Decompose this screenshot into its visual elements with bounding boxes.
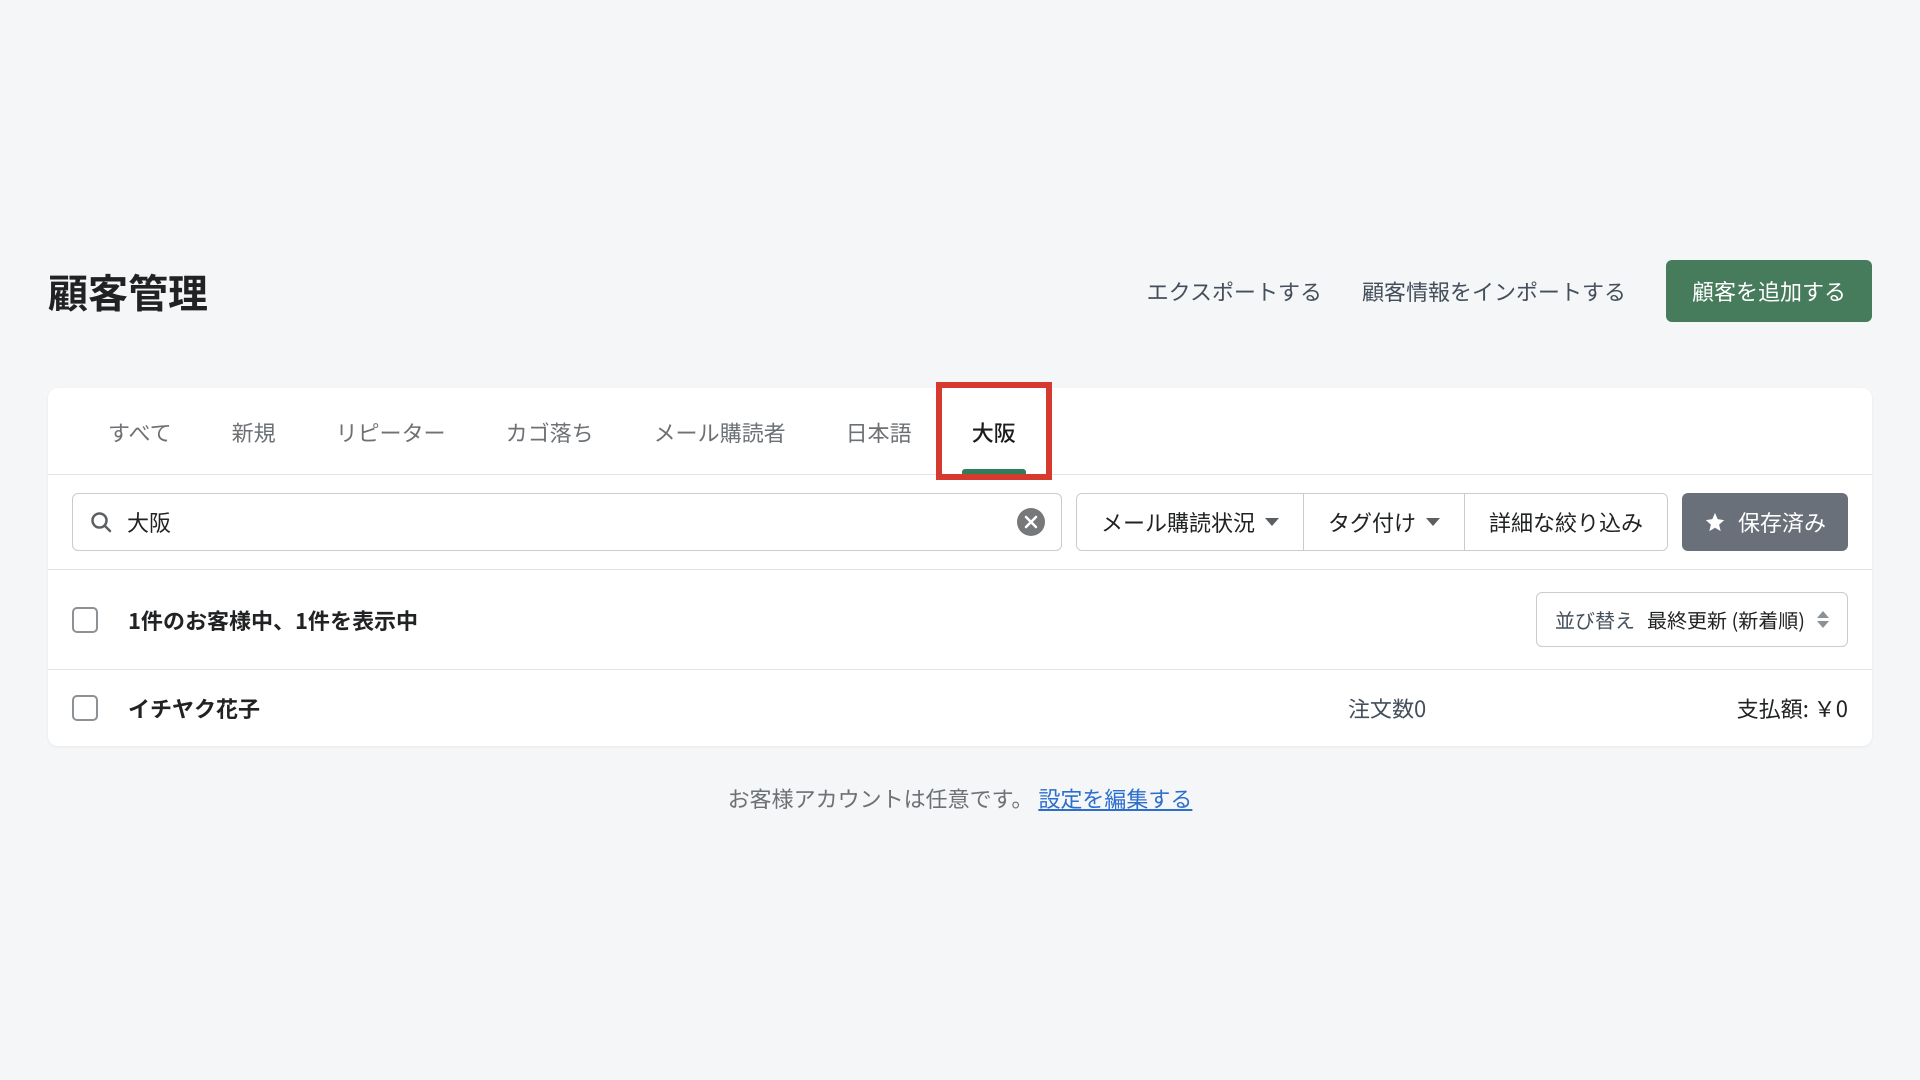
footer-note: お客様アカウントは任意です。 設定を編集する <box>48 746 1872 850</box>
filter-advanced-label: 詳細な絞り込み <box>1489 506 1643 538</box>
filter-tabs: すべて 新規 リピーター カゴ落ち メール購読者 日本語 大阪 <box>48 388 1872 475</box>
close-icon <box>1024 515 1038 529</box>
star-icon <box>1704 511 1726 533</box>
page-header: 顧客管理 エクスポートする 顧客情報をインポートする 顧客を追加する <box>48 260 1872 322</box>
customer-card: すべて 新規 リピーター カゴ落ち メール購読者 日本語 大阪 <box>48 388 1872 746</box>
summary-text: 1件のお客様中、1件を表示中 <box>128 604 418 636</box>
tab-new[interactable]: 新規 <box>202 388 306 474</box>
caret-down-icon <box>1265 518 1279 526</box>
summary-left: 1件のお客様中、1件を表示中 <box>72 604 418 636</box>
filter-mail-status[interactable]: メール購読状況 <box>1077 494 1304 550</box>
filter-tagging-label: タグ付け <box>1328 506 1416 538</box>
export-button[interactable]: エクスポートする <box>1147 275 1322 307</box>
tab-japanese[interactable]: 日本語 <box>816 388 942 474</box>
customer-paid: 支払額: ￥0 <box>1648 692 1848 724</box>
list-summary-row: 1件のお客様中、1件を表示中 並び替え 最終更新 (新着順) <box>48 570 1872 670</box>
sort-prefix: 並び替え <box>1555 605 1635 634</box>
sort-dropdown[interactable]: 並び替え 最終更新 (新着順) <box>1536 592 1848 647</box>
search-field-wrap <box>72 493 1062 551</box>
customer-name: イチヤク花子 <box>128 692 260 724</box>
tab-abandoned[interactable]: カゴ落ち <box>476 388 624 474</box>
sort-icon <box>1817 611 1829 628</box>
filter-row: メール購読状況 タグ付け 詳細な絞り込み 保存済み <box>48 475 1872 570</box>
tab-repeater[interactable]: リピーター <box>306 388 476 474</box>
caret-down-icon <box>1426 518 1440 526</box>
tab-all[interactable]: すべて <box>78 388 202 474</box>
row-checkbox[interactable] <box>72 695 98 721</box>
header-actions: エクスポートする 顧客情報をインポートする 顧客を追加する <box>1147 260 1872 322</box>
customer-orders: 注文数0 <box>1348 692 1648 724</box>
saved-filter-button[interactable]: 保存済み <box>1682 493 1848 551</box>
page-title: 顧客管理 <box>48 262 208 320</box>
filter-tagging[interactable]: タグ付け <box>1304 494 1465 550</box>
tab-osaka[interactable]: 大阪 <box>942 388 1046 474</box>
filter-button-group: メール購読状況 タグ付け 詳細な絞り込み <box>1076 493 1668 551</box>
sort-value: 最終更新 (新着順) <box>1647 605 1805 634</box>
customer-row[interactable]: イチヤク花子 注文数0 支払額: ￥0 <box>48 670 1872 746</box>
tab-mail-subscriber[interactable]: メール購読者 <box>624 388 816 474</box>
edit-settings-link[interactable]: 設定を編集する <box>1038 782 1192 814</box>
footer-text: お客様アカウントは任意です。 <box>728 782 1034 814</box>
clear-search-button[interactable] <box>1017 508 1045 536</box>
filter-mail-status-label: メール購読状況 <box>1101 506 1255 538</box>
saved-filter-label: 保存済み <box>1738 506 1826 538</box>
search-input[interactable] <box>127 509 1017 535</box>
add-customer-button[interactable]: 顧客を追加する <box>1666 260 1872 322</box>
filter-advanced[interactable]: 詳細な絞り込み <box>1465 494 1667 550</box>
select-all-checkbox[interactable] <box>72 607 98 633</box>
search-icon <box>89 510 113 534</box>
import-button[interactable]: 顧客情報をインポートする <box>1362 275 1626 307</box>
